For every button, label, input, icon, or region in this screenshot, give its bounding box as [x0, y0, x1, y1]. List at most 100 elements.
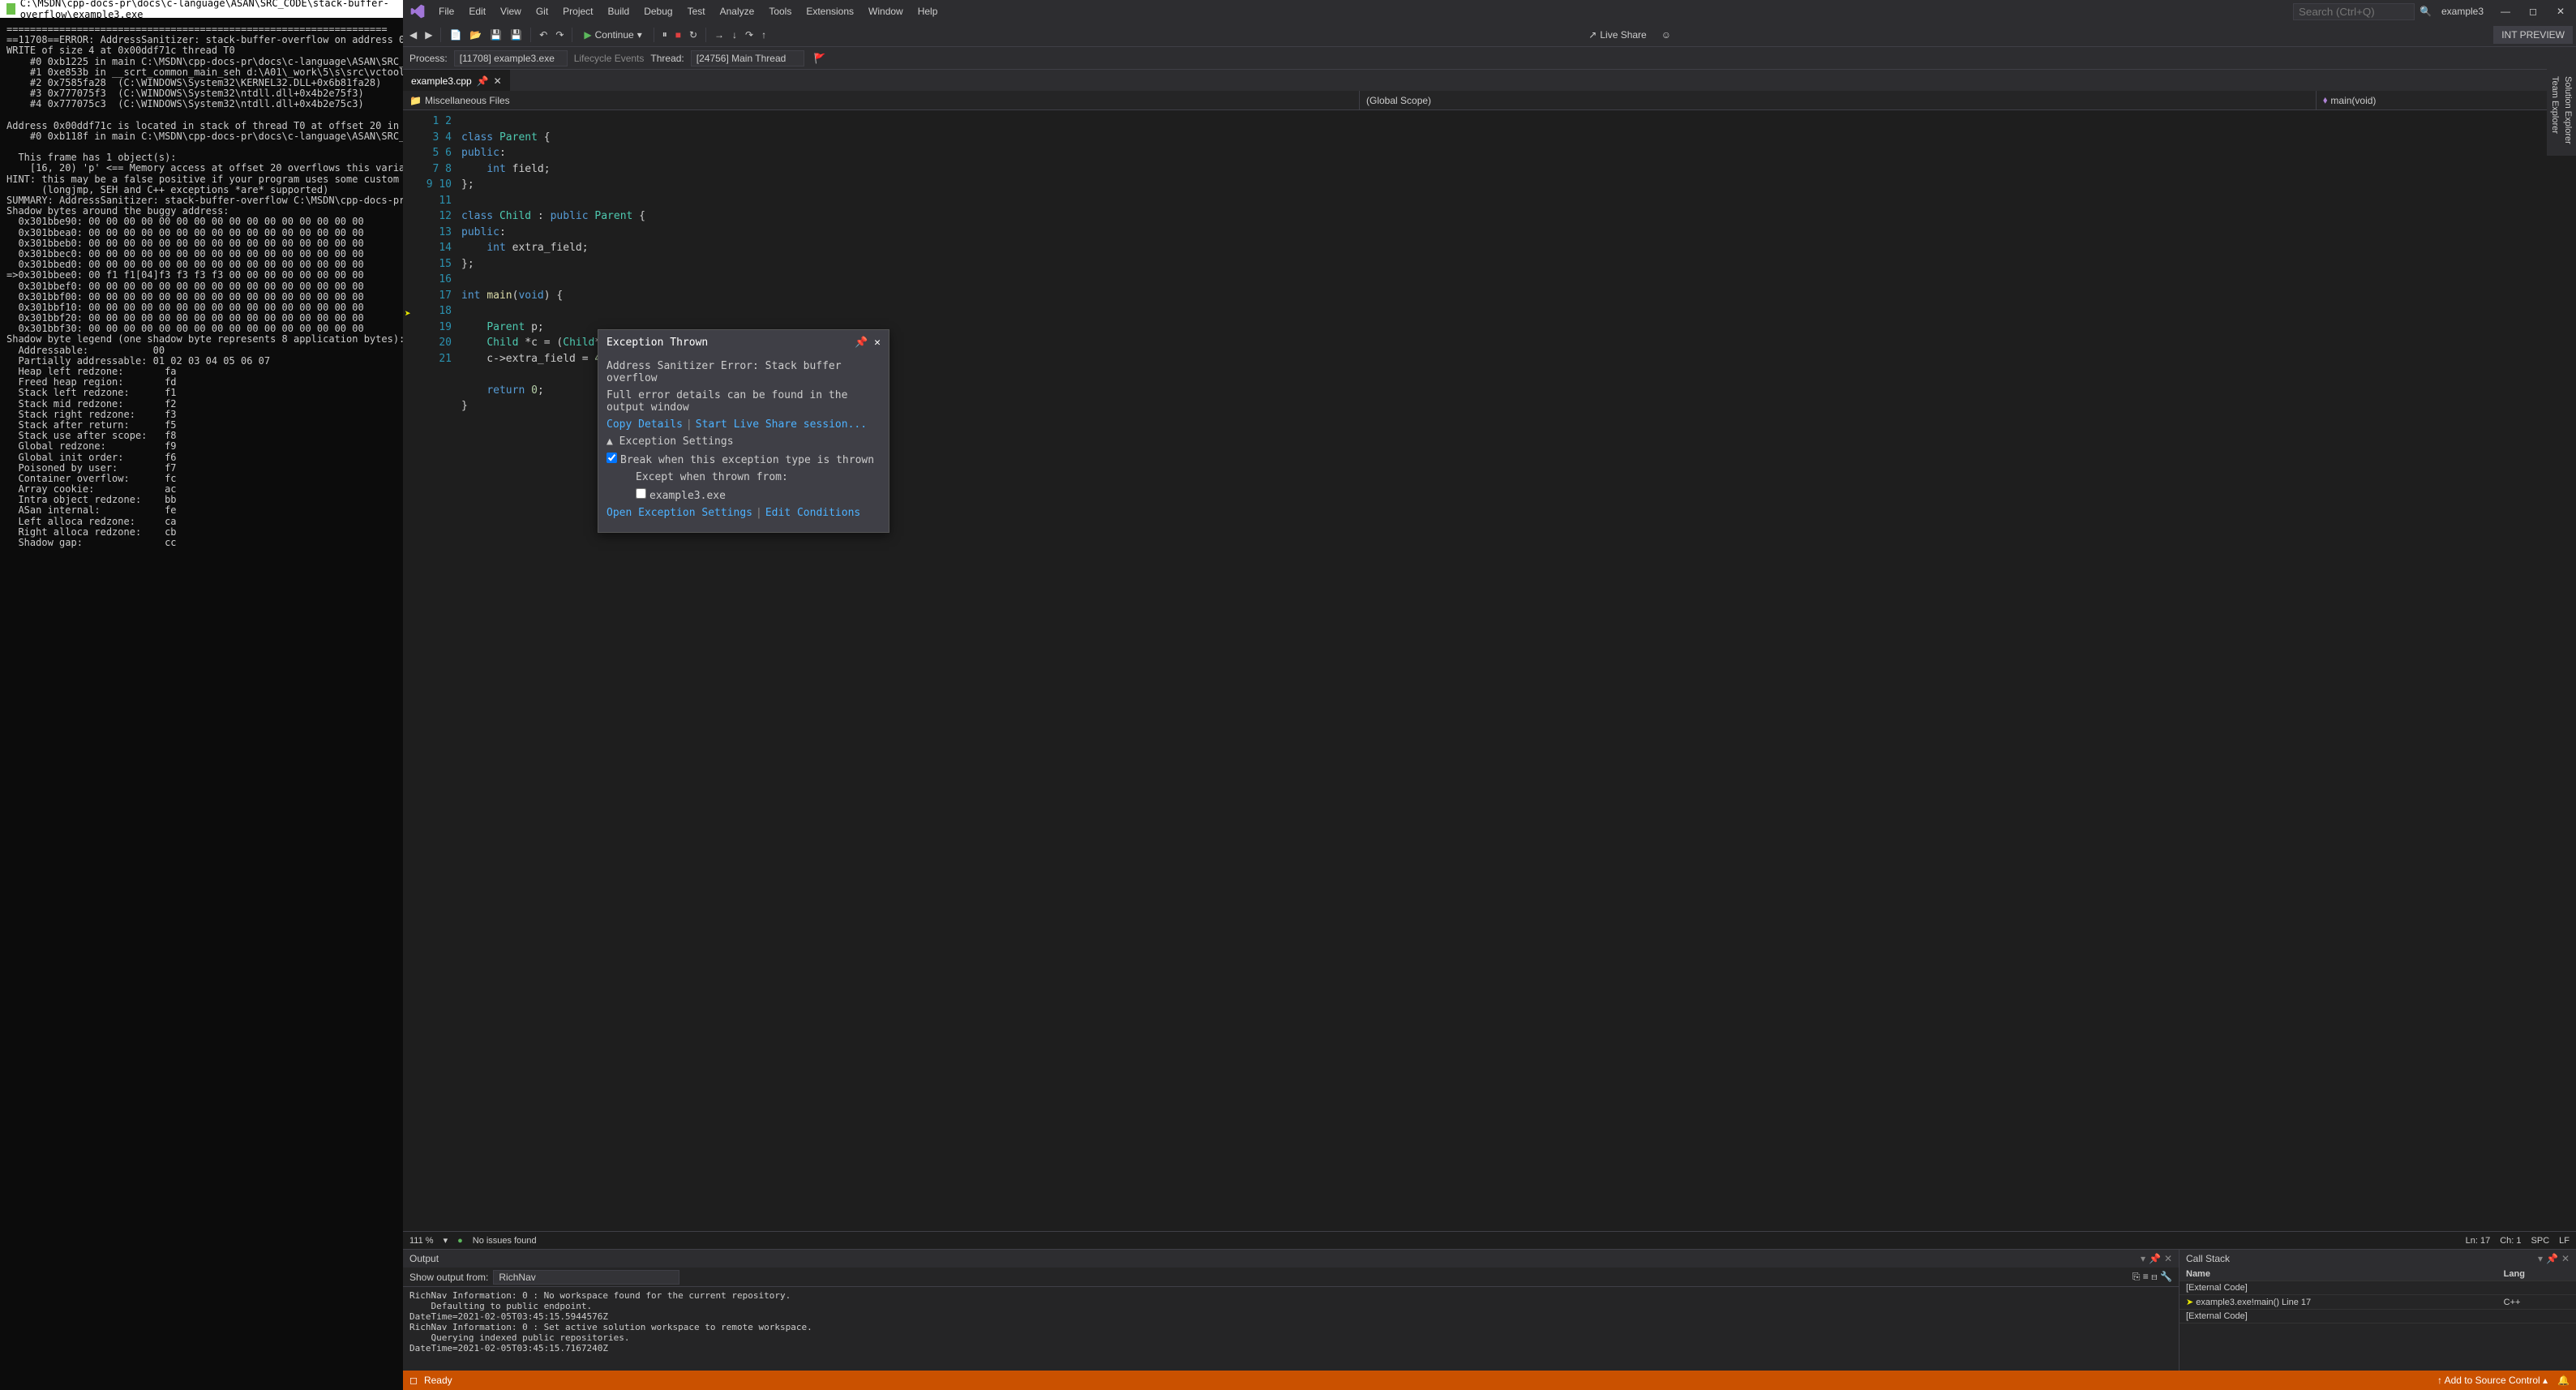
edit-conditions-link[interactable]: Edit Conditions — [765, 507, 860, 519]
nav-bar: 📁Miscellaneous Files (Global Scope) ⬧mai… — [403, 91, 2576, 110]
tab-example3[interactable]: example3.cpp 📌 ✕ — [403, 70, 510, 91]
char-indicator: Ch: 1 — [2500, 1236, 2521, 1246]
menu-edit[interactable]: Edit — [462, 2, 492, 20]
console-titlebar[interactable]: C:\MSDN\cpp-docs-pr\docs\c-language\ASAN… — [0, 0, 403, 18]
dropdown-icon[interactable]: ▾ — [2538, 1253, 2543, 1264]
menu-test[interactable]: Test — [681, 2, 712, 20]
team-explorer-tab[interactable]: Team Explorer — [2548, 71, 2561, 149]
open-exception-settings-link[interactable]: Open Exception Settings — [606, 507, 752, 519]
col-name[interactable]: Name — [2180, 1268, 2497, 1281]
undo-button[interactable]: ↶ — [536, 28, 551, 42]
next-statement-button[interactable]: → — [711, 28, 727, 42]
function-select[interactable]: ⬧main(void) — [2317, 91, 2576, 109]
menu-analyze[interactable]: Analyze — [714, 2, 761, 20]
add-source-control-button[interactable]: ↑ Add to Source Control ▴ — [2437, 1375, 2548, 1386]
step-over-button[interactable]: ↷ — [742, 28, 757, 42]
menu-debug[interactable]: Debug — [637, 2, 679, 20]
redo-button[interactable]: ↷ — [552, 28, 567, 42]
zoom-level[interactable]: 111 % — [409, 1236, 434, 1246]
module-exclude-checkbox[interactable] — [636, 488, 646, 499]
dropdown-icon[interactable]: ▾ — [2141, 1253, 2145, 1264]
debug-process-bar: Process: [11708] example3.exe Lifecycle … — [403, 47, 2576, 70]
process-label: Process: — [409, 53, 448, 64]
close-icon[interactable]: ✕ — [2561, 1253, 2570, 1264]
current-statement-icon: ➤ — [405, 308, 411, 320]
chevron-down-icon: ▾ — [637, 29, 642, 41]
exception-settings-expander[interactable]: ▲ Exception Settings — [606, 435, 881, 448]
close-icon[interactable]: ✕ — [2164, 1253, 2172, 1264]
feedback-button[interactable]: ☺ — [1658, 28, 1674, 42]
step-out-button[interactable]: ↑ — [758, 28, 769, 42]
exception-details-hint: Full error details can be found in the o… — [606, 389, 881, 414]
callstack-panel: Call Stack ▾📌✕ NameLang [External Code] … — [2179, 1250, 2576, 1371]
nav-fwd-button[interactable]: ▶ — [422, 28, 435, 42]
status-text: Ready — [424, 1375, 452, 1386]
output-toolbar-buttons[interactable]: ⎘ ≡ ⊟ 🔧 — [2132, 1271, 2172, 1283]
notifications-button[interactable]: 🔔 — [2557, 1375, 2570, 1386]
new-project-button[interactable]: 📄 — [446, 28, 465, 42]
minimize-button[interactable]: — — [2493, 3, 2518, 19]
close-icon[interactable]: ✕ — [874, 337, 881, 349]
restart-button[interactable]: ↻ — [686, 28, 701, 42]
visual-studio-window: File Edit View Git Project Build Debug T… — [403, 0, 2576, 1390]
continue-button[interactable]: ▶ Continue ▾ — [577, 28, 648, 42]
vs-titlebar[interactable]: File Edit View Git Project Build Debug T… — [403, 0, 2576, 23]
process-select[interactable]: [11708] example3.exe — [454, 50, 568, 66]
except-from-label: Except when thrown from: — [636, 471, 881, 483]
menu-window[interactable]: Window — [862, 2, 910, 20]
break-all-button[interactable]: ⏸ — [659, 27, 671, 42]
menu-view[interactable]: View — [494, 2, 528, 20]
stop-debug-button[interactable]: ■ — [672, 28, 684, 42]
step-into-button[interactable]: ↓ — [729, 28, 740, 42]
lifecycle-events-button[interactable]: Lifecycle Events — [574, 53, 645, 64]
live-share-button[interactable]: ↗ Live Share — [1588, 29, 1646, 41]
close-tab-icon[interactable]: ✕ — [494, 75, 502, 87]
open-button[interactable]: 📂 — [466, 28, 485, 42]
pin-icon[interactable]: 📌 — [855, 337, 868, 349]
exception-header[interactable]: Exception Thrown 📌 ✕ — [598, 330, 889, 355]
col-lang[interactable]: Lang — [2497, 1268, 2576, 1281]
nav-back-button[interactable]: ◀ — [406, 28, 420, 42]
output-source-select[interactable]: RichNav — [493, 1270, 679, 1285]
solution-explorer-tab[interactable]: Solution Explorer — [2561, 71, 2574, 149]
start-live-share-link[interactable]: Start Live Share session... — [696, 418, 867, 431]
output-panel: Output ▾📌✕ Show output from: RichNav ⎘ ≡… — [403, 1250, 2179, 1371]
maximize-button[interactable]: ◻ — [2521, 3, 2545, 19]
thread-select[interactable]: [24756] Main Thread — [691, 50, 804, 66]
stack-frame[interactable]: [External Code] — [2180, 1310, 2576, 1324]
menu-extensions[interactable]: Extensions — [799, 2, 860, 20]
stack-frame[interactable]: [External Code] — [2180, 1281, 2576, 1295]
code-editor[interactable]: ➤ 1 2 3 4 5 6 7 8 9 10 11 12 13 14 15 16… — [403, 110, 2576, 1231]
callstack-panel-title: Call Stack — [2186, 1253, 2230, 1264]
save-button[interactable]: 💾 — [486, 28, 505, 42]
scope-select[interactable]: 📁Miscellaneous Files — [403, 91, 1360, 109]
int-preview-badge: INT PREVIEW — [2493, 26, 2573, 44]
namespace-select[interactable]: (Global Scope) — [1360, 91, 2317, 109]
menu-build[interactable]: Build — [602, 2, 636, 20]
menu-tools[interactable]: Tools — [762, 2, 798, 20]
search-icon[interactable]: 🔍 — [2420, 6, 2432, 17]
menu-git[interactable]: Git — [529, 2, 555, 20]
pin-icon[interactable]: 📌 — [477, 75, 489, 87]
code-content[interactable]: class Parent { public: int field; }; cla… — [461, 110, 2576, 1231]
menu-help[interactable]: Help — [911, 2, 945, 20]
search-input[interactable] — [2293, 3, 2415, 20]
flag-icon[interactable]: 🚩 — [811, 51, 829, 66]
play-icon: ▶ — [584, 29, 591, 41]
copy-details-link[interactable]: Copy Details — [606, 418, 683, 431]
check-icon: ● — [457, 1236, 463, 1246]
indent-indicator: SPC — [2531, 1236, 2550, 1246]
pin-icon[interactable]: 📌 — [2546, 1253, 2558, 1264]
issues-label[interactable]: No issues found — [473, 1236, 537, 1246]
stack-frame-current[interactable]: ➤ example3.exe!main() Line 17C++ — [2180, 1295, 2576, 1310]
break-on-throw-checkbox[interactable] — [606, 453, 617, 463]
status-icon: ◻ — [409, 1375, 418, 1386]
save-all-button[interactable]: 💾 — [507, 28, 525, 42]
document-tabs: example3.cpp 📌 ✕ ▾ ⚙ — [403, 70, 2576, 91]
main-toolbar: ◀ ▶ 📄 📂 💾 💾 ↶ ↷ ▶ Continue ▾ ⏸ ■ ↻ → ↓ ↷… — [403, 23, 2576, 47]
close-button[interactable]: ✕ — [2548, 3, 2573, 19]
chevron-down-icon[interactable]: ▾ — [444, 1235, 448, 1246]
menu-project[interactable]: Project — [556, 2, 599, 20]
pin-icon[interactable]: 📌 — [2149, 1253, 2161, 1264]
menu-file[interactable]: File — [432, 2, 461, 20]
